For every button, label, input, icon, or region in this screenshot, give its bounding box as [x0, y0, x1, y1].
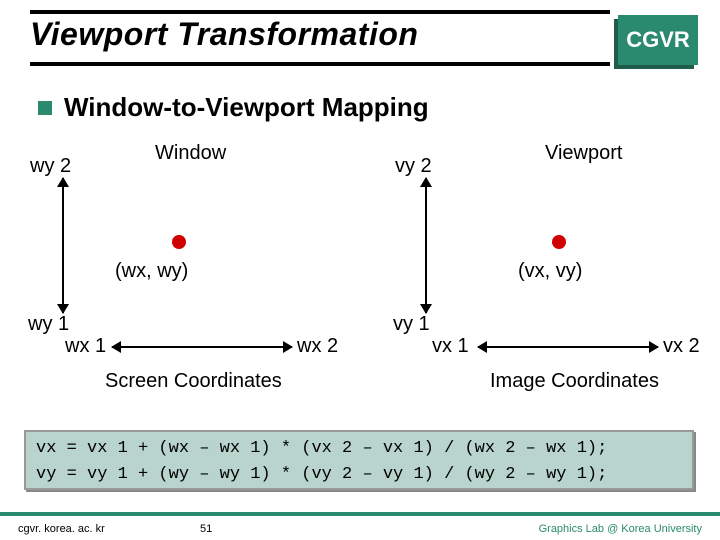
- footer: cgvr. korea. ac. kr 51 Graphics Lab @ Ko…: [0, 512, 720, 540]
- diagram: Window wy 2 wy 1 wx 1 wx 2 (wx, wy) Scre…: [0, 130, 720, 440]
- formula-box: vx = vx 1 + (wx – wx 1) * (vx 2 – vx 1) …: [24, 430, 694, 490]
- viewport-point-dot-icon: [552, 235, 566, 249]
- logo-badge: CGVR: [618, 15, 698, 65]
- window-vertical-arrow-icon: [62, 178, 64, 313]
- viewport-label: Viewport: [545, 142, 622, 165]
- window-point-label: (wx, wy): [115, 260, 188, 283]
- window-caption: Screen Coordinates: [105, 370, 282, 393]
- rule-bottom: [30, 62, 610, 66]
- viewport-vertical-arrow-icon: [425, 178, 427, 313]
- header: Viewport Transformation CGVR: [0, 0, 720, 75]
- vy2-label: vy 2: [395, 155, 432, 178]
- vx2-label: vx 2: [663, 335, 700, 358]
- section-heading: Window-to-Viewport Mapping: [38, 92, 429, 123]
- formula-vx: vx = vx 1 + (wx – wx 1) * (vx 2 – vx 1) …: [36, 436, 682, 462]
- window-point-dot-icon: [172, 235, 186, 249]
- wy2-label: wy 2: [30, 155, 71, 178]
- bullet-icon: [38, 101, 52, 115]
- page-title: Viewport Transformation: [30, 16, 418, 53]
- wx1-label: wx 1: [65, 335, 106, 358]
- rule-top: [30, 10, 610, 14]
- slide: Viewport Transformation CGVR Window-to-V…: [0, 0, 720, 540]
- footer-url: cgvr. korea. ac. kr: [18, 523, 105, 535]
- wx2-label: wx 2: [297, 335, 338, 358]
- page-number: 51: [200, 523, 212, 535]
- window-label: Window: [155, 142, 226, 165]
- vy1-label: vy 1: [393, 313, 430, 336]
- window-horizontal-arrow-icon: [112, 346, 292, 348]
- footer-credit: Graphics Lab @ Korea University: [539, 523, 702, 535]
- formula-vy: vy = vy 1 + (wy – wy 1) * (vy 2 – vy 1) …: [36, 462, 682, 488]
- wy1-label: wy 1: [28, 313, 69, 336]
- section-title: Window-to-Viewport Mapping: [64, 92, 429, 123]
- viewport-horizontal-arrow-icon: [478, 346, 658, 348]
- viewport-point-label: (vx, vy): [518, 260, 582, 283]
- vx1-label: vx 1: [432, 335, 469, 358]
- viewport-caption: Image Coordinates: [490, 370, 659, 393]
